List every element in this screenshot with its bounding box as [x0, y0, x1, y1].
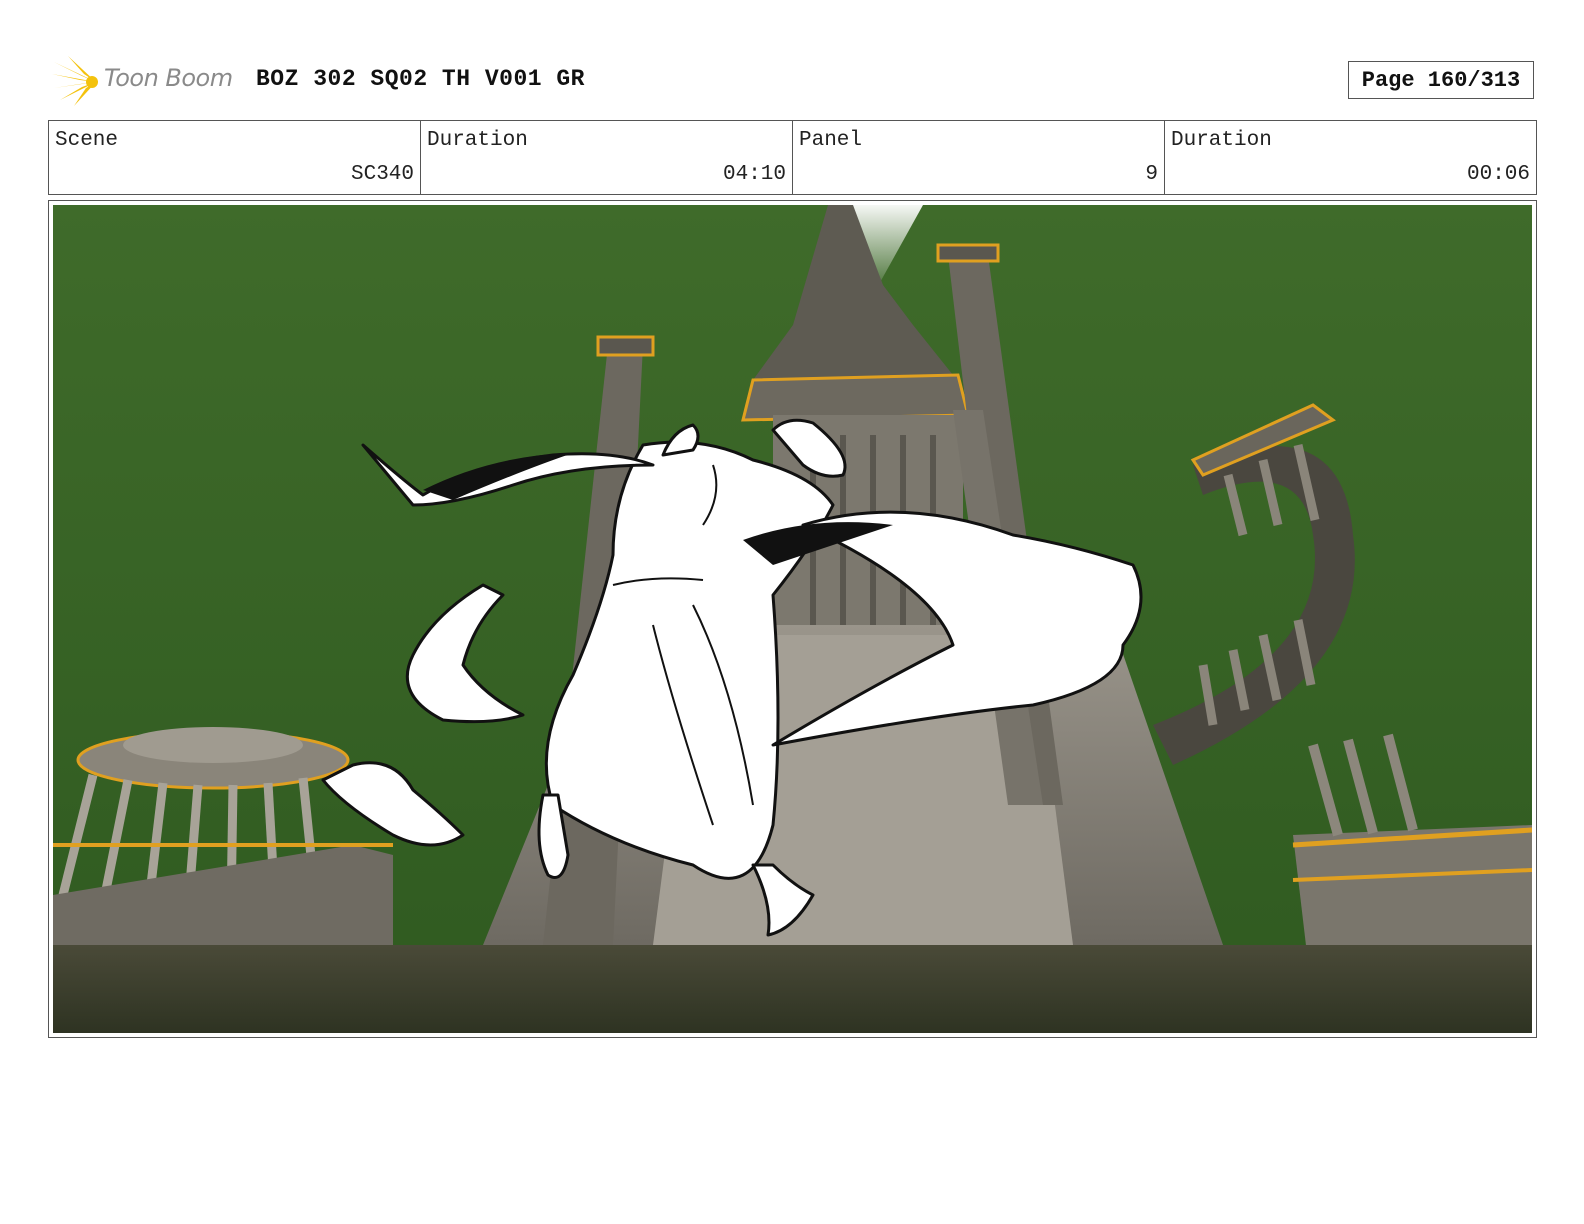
panel-duration-cell: Duration 00:06: [1165, 121, 1536, 194]
starburst-logo-icon: [52, 56, 98, 106]
scene-duration-label: Duration: [427, 129, 528, 152]
panel-cell: Panel 9: [793, 121, 1165, 194]
scene-label: Scene: [55, 129, 119, 152]
panel-label: Panel: [799, 129, 863, 152]
scene-duration-value: 04:10: [722, 163, 786, 186]
scene-duration-cell: Duration 04:10: [421, 121, 793, 194]
scene-value: SC340: [350, 163, 414, 186]
storyboard-panel-image: [53, 205, 1532, 1033]
panel-duration-value: 00:06: [1466, 163, 1530, 186]
temple-scene-illustration: [53, 205, 1532, 1033]
scene-info-table: Scene SC340 Duration 04:10 Panel 9 Durat…: [48, 120, 1537, 195]
storyboard-panel-frame: [48, 200, 1537, 1038]
document-title: BOZ 302 SQ02 TH V001 GR: [256, 66, 585, 92]
panel-duration-label: Duration: [1171, 129, 1272, 152]
page-number: Page 160/313: [1361, 67, 1521, 93]
scene-cell: Scene SC340: [49, 121, 421, 194]
page-number-box: Page 160/313: [1348, 61, 1534, 99]
logo-wordmark: Toon Boom: [104, 64, 233, 92]
panel-value: 9: [1145, 163, 1158, 186]
